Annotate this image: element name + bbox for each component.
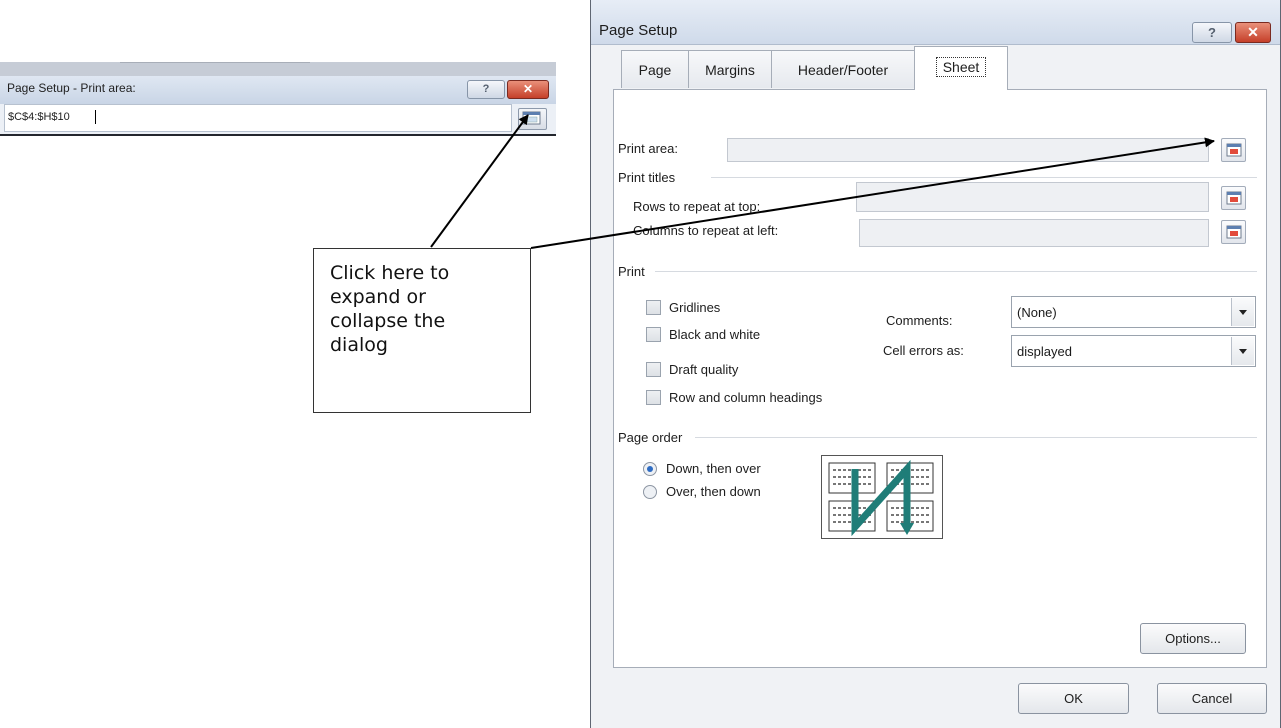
annotation-arrows [430,114,1215,249]
tab-sheet[interactable]: Sheet [914,46,1008,90]
tab-sheet-label: Sheet [935,57,987,77]
arrow-to-print-area-button [530,137,1215,249]
arrow-to-mini-button [430,114,529,248]
